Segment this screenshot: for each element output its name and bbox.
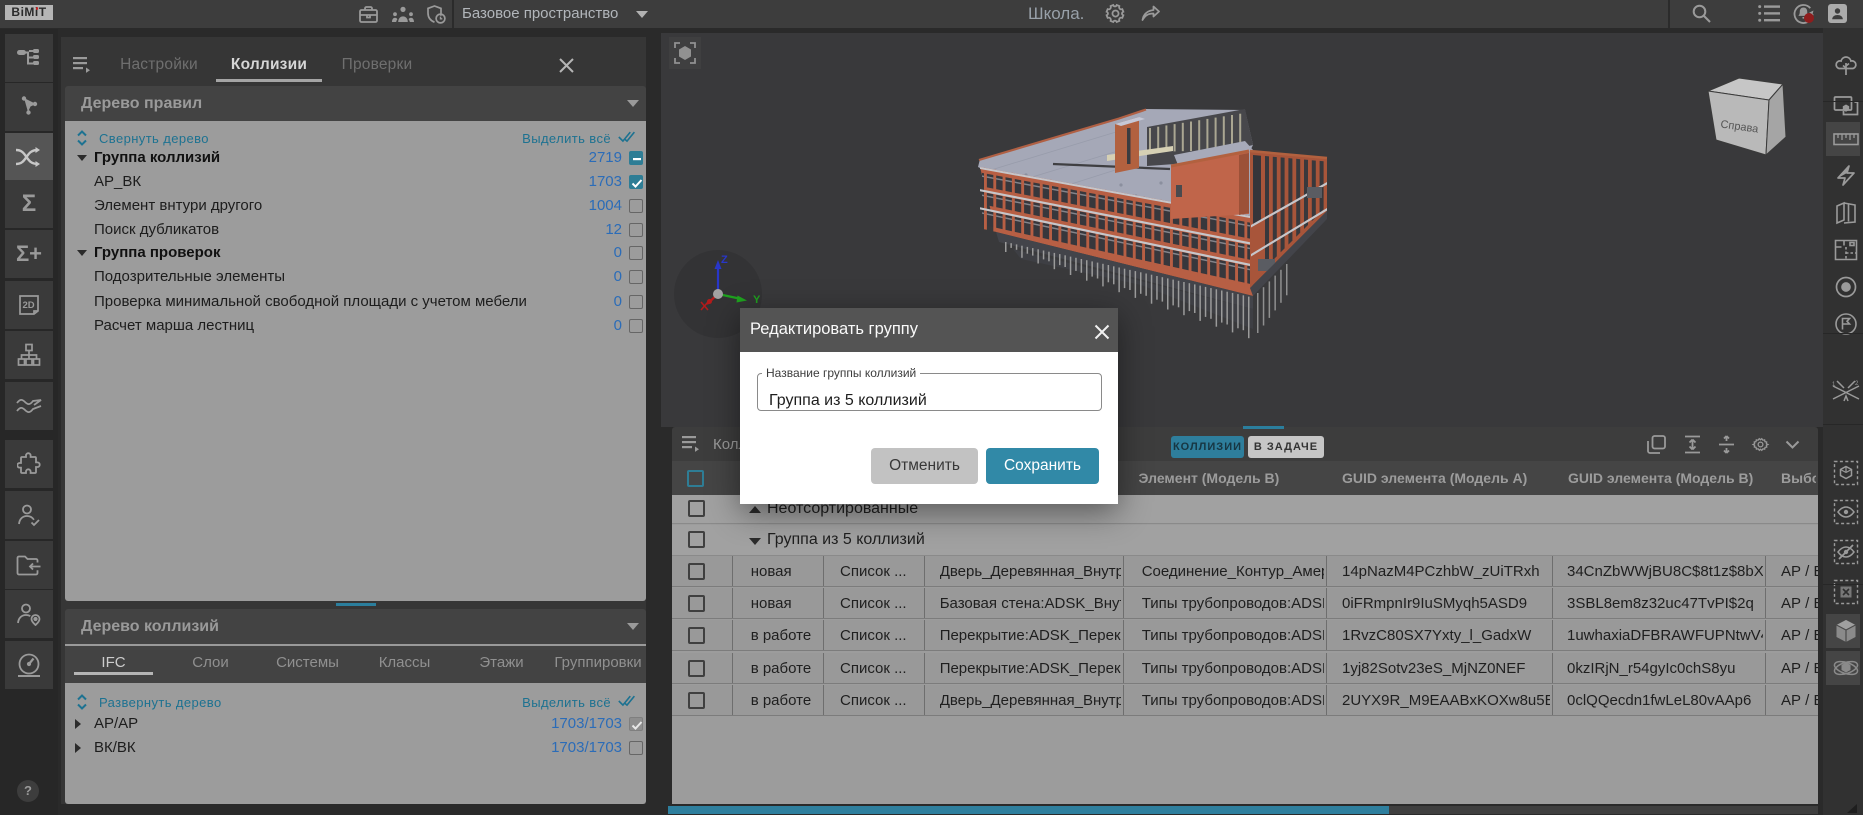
svg-text:2D: 2D: [23, 300, 35, 311]
svg-text:Z: Z: [721, 254, 728, 266]
svg-text:Y: Y: [753, 294, 761, 306]
